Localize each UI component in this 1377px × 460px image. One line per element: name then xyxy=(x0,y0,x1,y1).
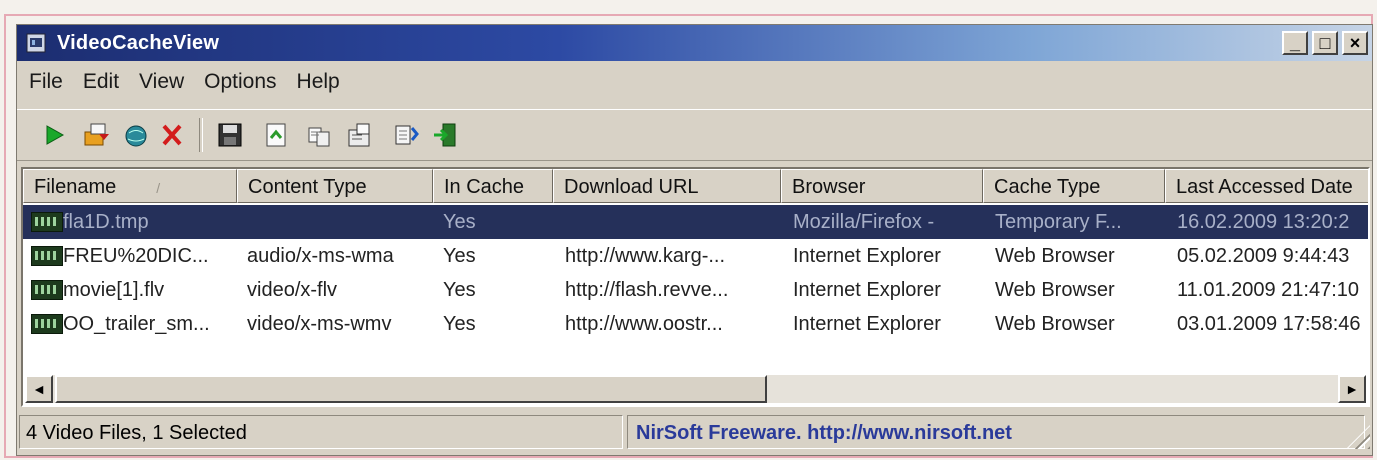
cell-download-url: http://www.karg-... xyxy=(565,245,726,267)
scroll-left-button[interactable]: ◄ xyxy=(25,375,53,403)
column-header-last-accessed[interactable]: Last Accessed Date xyxy=(1165,169,1368,203)
cell-browser: Internet Explorer xyxy=(793,313,941,335)
cell-in-cache: Yes xyxy=(443,245,476,267)
cell-last-accessed: 11.01.2009 21:47:10 xyxy=(1177,279,1360,301)
menu-help[interactable]: Help xyxy=(291,70,354,94)
cell-browser: Internet Explorer xyxy=(793,245,941,267)
status-credit-pane: NirSoft Freeware. http://www.nirsoft.net xyxy=(627,415,1365,449)
table-row[interactable]: fla1D.tmp Yes Mozilla/Firefox - Temporar… xyxy=(23,205,1368,239)
maximize-button[interactable]: □ xyxy=(1312,31,1338,55)
menu-edit[interactable]: Edit xyxy=(77,70,133,94)
video-list[interactable]: Filename / Content Type In Cache Download… xyxy=(21,167,1370,407)
menu-view[interactable]: View xyxy=(133,70,198,94)
app-window: VideoCacheView _ □ × File Edit View Opti… xyxy=(16,24,1373,456)
menu-file[interactable]: File xyxy=(23,70,77,94)
cell-in-cache: Yes xyxy=(443,313,476,335)
cell-in-cache: Yes xyxy=(443,211,476,233)
cell-last-accessed: 16.02.2009 13:20:2 xyxy=(1177,211,1350,233)
nirsoft-link[interactable]: NirSoft Freeware. http://www.nirsoft.net xyxy=(636,422,1012,444)
save-icon[interactable] xyxy=(215,120,245,150)
cell-cache-type: Temporary F... xyxy=(995,211,1122,233)
status-count: 4 Video Files, 1 Selected xyxy=(19,415,623,449)
cell-last-accessed: 03.01.2009 17:58:46 xyxy=(1177,313,1361,335)
sort-indicator: / xyxy=(156,180,161,196)
column-header-browser[interactable]: Browser xyxy=(781,169,983,203)
status-bar: 4 Video Files, 1 Selected NirSoft Freewa… xyxy=(17,413,1372,453)
web-icon[interactable] xyxy=(121,120,151,150)
cell-filename: FREU%20DIC... xyxy=(63,245,209,267)
scroll-thumb[interactable] xyxy=(55,375,767,403)
minimize-button[interactable]: _ xyxy=(1282,31,1308,55)
cell-content-type: video/x-flv xyxy=(247,279,338,301)
cell-in-cache: Yes xyxy=(443,279,476,301)
toolbar-separator xyxy=(199,118,203,152)
cell-filename: movie[1].flv xyxy=(63,279,165,301)
cell-filename: fla1D.tmp xyxy=(63,211,149,233)
cell-content-type: video/x-ms-wmv xyxy=(247,313,392,335)
table-row[interactable]: OO_trailer_sm... video/x-ms-wmv Yes http… xyxy=(23,307,1368,341)
toolbar xyxy=(17,109,1372,161)
cell-last-accessed: 05.02.2009 9:44:43 xyxy=(1177,245,1350,267)
column-header-cache-type[interactable]: Cache Type xyxy=(983,169,1165,203)
video-file-icon xyxy=(31,280,63,300)
copy-icon[interactable] xyxy=(305,120,335,150)
window-title: VideoCacheView xyxy=(57,32,220,54)
exit-icon[interactable] xyxy=(431,120,461,150)
list-header: Filename / Content Type In Cache Download… xyxy=(23,169,1368,203)
video-file-icon xyxy=(31,314,63,334)
cell-download-url: http://flash.revve... xyxy=(565,279,729,301)
table-row[interactable]: FREU%20DIC... audio/x-ms-wma Yes http://… xyxy=(23,239,1368,273)
cell-cache-type: Web Browser xyxy=(995,245,1115,267)
table-row[interactable]: movie[1].flv video/x-flv Yes http://flas… xyxy=(23,273,1368,307)
video-file-icon xyxy=(31,246,63,266)
menu-bar: File Edit View Options Help xyxy=(17,65,1377,99)
copy-files-icon[interactable] xyxy=(81,120,111,150)
html-report-icon[interactable] xyxy=(261,120,291,150)
column-header-in-cache[interactable]: In Cache xyxy=(433,169,553,203)
video-file-icon xyxy=(31,212,63,232)
column-header-download-url[interactable]: Download URL xyxy=(553,169,781,203)
title-bar[interactable]: VideoCacheView _ □ × xyxy=(17,25,1372,61)
cell-download-url: http://www.oostr... xyxy=(565,313,723,335)
app-icon xyxy=(26,33,46,53)
cell-cache-type: Web Browser xyxy=(995,313,1115,335)
cell-filename: OO_trailer_sm... xyxy=(63,313,210,335)
cell-cache-type: Web Browser xyxy=(995,279,1115,301)
play-icon[interactable] xyxy=(39,120,69,150)
close-button[interactable]: × xyxy=(1342,31,1368,55)
cell-content-type: audio/x-ms-wma xyxy=(247,245,394,267)
delete-icon[interactable] xyxy=(157,120,187,150)
column-header-content-type[interactable]: Content Type xyxy=(237,169,433,203)
horizontal-scrollbar[interactable]: ◄ ► xyxy=(25,375,1366,403)
cell-browser: Internet Explorer xyxy=(793,279,941,301)
refresh-icon[interactable] xyxy=(391,120,421,150)
menu-options[interactable]: Options xyxy=(198,70,290,94)
properties-icon[interactable] xyxy=(345,120,375,150)
cell-browser: Mozilla/Firefox - xyxy=(793,211,935,233)
caption-buttons: _ □ × xyxy=(1282,31,1368,55)
column-header-filename[interactable]: Filename / xyxy=(23,169,237,203)
column-label: Filename xyxy=(34,176,117,198)
scroll-right-button[interactable]: ► xyxy=(1338,375,1366,403)
